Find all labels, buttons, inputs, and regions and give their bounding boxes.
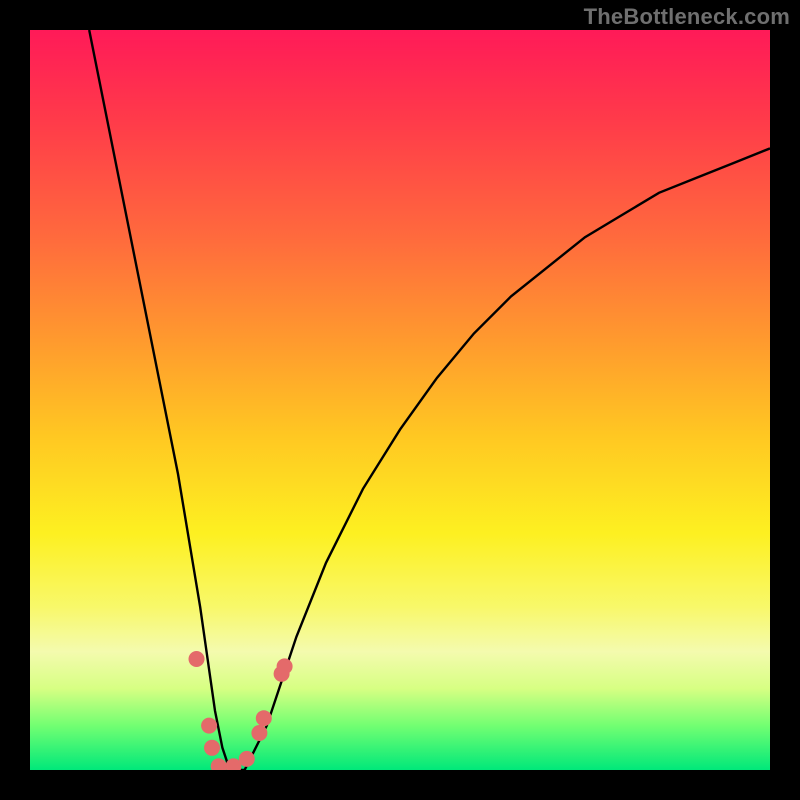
- data-marker: [189, 651, 205, 667]
- data-marker: [251, 725, 267, 741]
- data-marker: [204, 740, 220, 756]
- chart-frame: TheBottleneck.com: [0, 0, 800, 800]
- plot-area: [30, 30, 770, 770]
- data-marker: [239, 751, 255, 767]
- data-marker: [201, 718, 217, 734]
- data-marker: [256, 710, 272, 726]
- markers-group: [189, 651, 293, 770]
- data-marker: [277, 658, 293, 674]
- data-marker: [211, 758, 227, 770]
- watermark: TheBottleneck.com: [584, 4, 790, 30]
- curve-layer: [30, 30, 770, 770]
